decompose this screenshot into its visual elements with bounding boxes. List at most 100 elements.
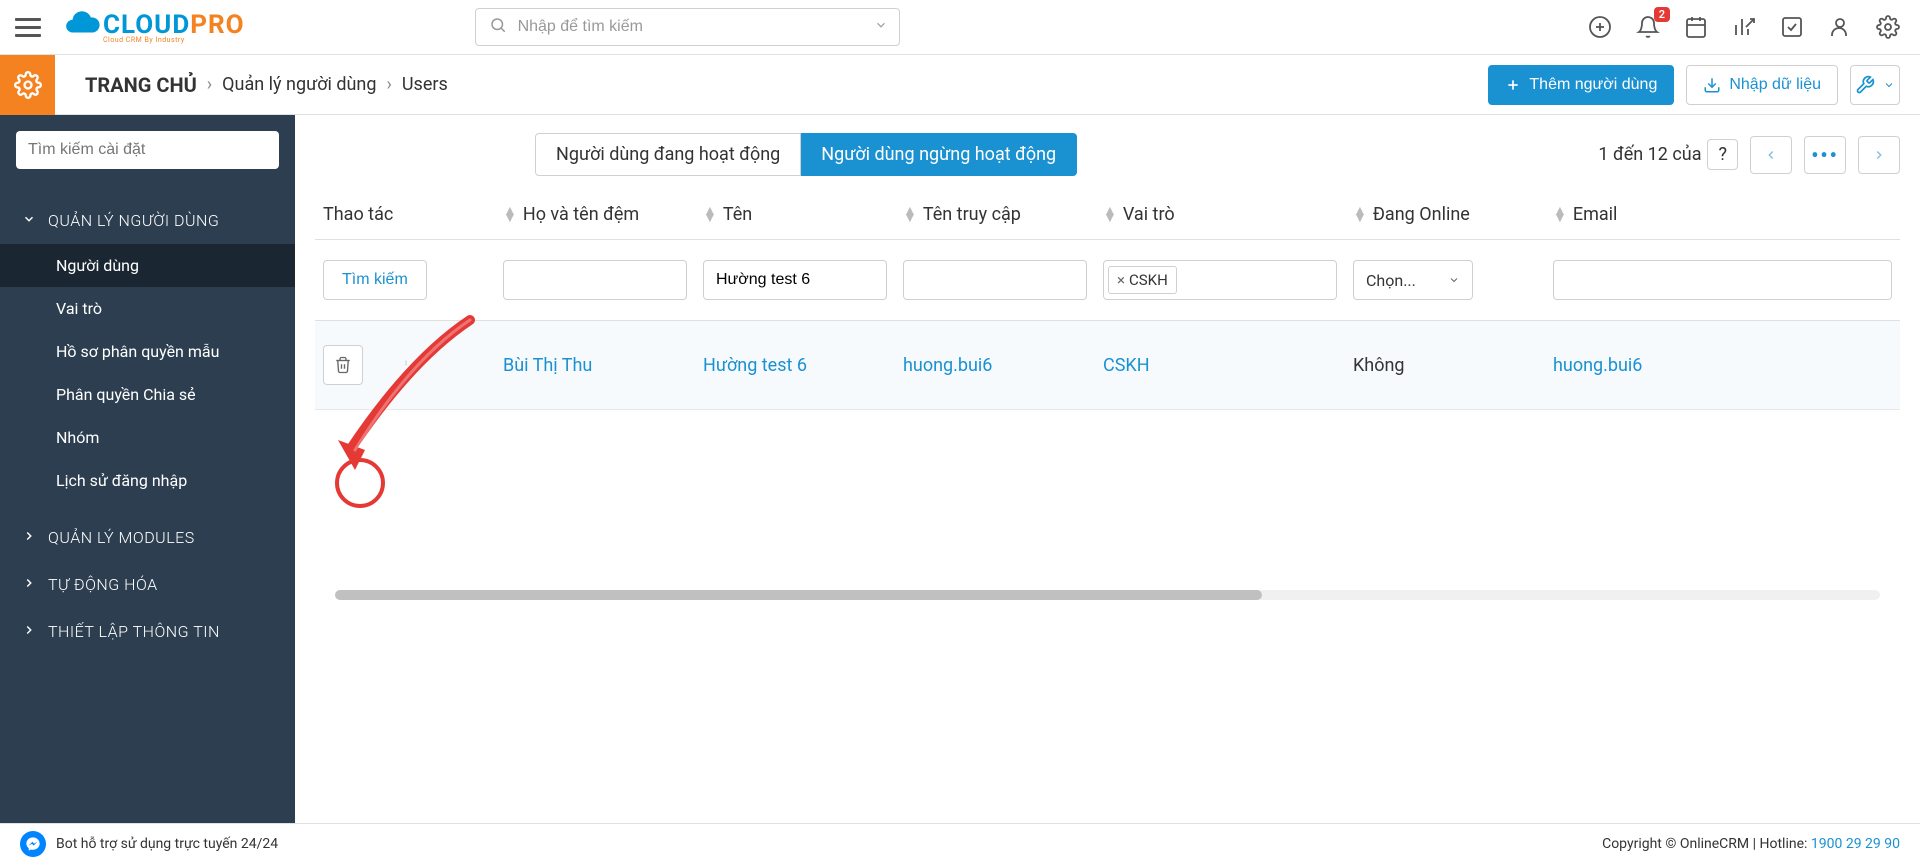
table-row[interactable]: Bùi Thị Thu Hường test 6 huong.bui6 CSKH… xyxy=(315,321,1900,410)
filter-search-button[interactable]: Tìm kiếm xyxy=(323,260,427,300)
footer-copyright: Copyright © OnlineCRM xyxy=(1602,836,1749,852)
tools-dropdown-button[interactable] xyxy=(1850,65,1900,105)
table-header-row: Thao tác ▲▼Họ và tên đệm ▲▼Tên ▲▼Tên tru… xyxy=(315,190,1900,240)
row-delete-button[interactable] xyxy=(323,345,363,385)
sidebar-item-profiles[interactable]: Hồ sơ phân quyền mẫu xyxy=(0,330,295,373)
scroll-thumb[interactable] xyxy=(335,590,1262,600)
filter-email-input[interactable] xyxy=(1553,260,1892,300)
pager-next-button[interactable] xyxy=(1858,136,1900,174)
subheader: TRANG CHỦ › Quản lý người dùng › Users T… xyxy=(0,55,1920,115)
cell-role[interactable]: CSKH xyxy=(1103,355,1150,376)
sort-icon: ▲▼ xyxy=(703,208,717,222)
cell-email[interactable]: huong.bui6 xyxy=(1553,355,1642,376)
filter-online-select[interactable]: Chọn... xyxy=(1353,260,1473,300)
chevron-down-icon[interactable] xyxy=(874,18,888,36)
chevron-right-icon xyxy=(22,623,36,641)
breadcrumb-separator: › xyxy=(207,74,212,95)
chip-label: CSKH xyxy=(1129,271,1168,289)
col-header-email[interactable]: ▲▼Email xyxy=(1545,204,1900,225)
footer-hotline-label: Hotline: xyxy=(1760,836,1808,852)
filter-username-input[interactable] xyxy=(903,260,1087,300)
checkbox-icon[interactable] xyxy=(1780,15,1804,39)
footer-hotline-link[interactable]: 1900 29 29 90 xyxy=(1811,836,1900,852)
pager-more-button[interactable]: ••• xyxy=(1804,136,1846,174)
search-icon xyxy=(489,16,507,38)
horizontal-scrollbar[interactable] xyxy=(335,590,1880,600)
sidebar-section-settings[interactable]: THIẾT LẬP THÔNG TIN xyxy=(0,608,295,655)
cloud-icon xyxy=(63,4,101,50)
calendar-icon[interactable] xyxy=(1684,15,1708,39)
sidebar-item-groups[interactable]: Nhóm xyxy=(0,416,295,459)
sidebar-search-input[interactable] xyxy=(16,131,279,169)
chip-remove-icon[interactable]: × xyxy=(1117,271,1125,289)
cell-firstname[interactable]: Hường test 6 xyxy=(703,355,807,376)
import-label: Nhập dữ liệu xyxy=(1729,76,1821,94)
tabs-row: Người dùng đang hoạt động Người dùng ngừ… xyxy=(295,115,1920,190)
col-header-lastname[interactable]: ▲▼Họ và tên đệm xyxy=(495,204,695,225)
footer-bot-text: Bot hỗ trợ sử dụng trực tuyến 24/24 xyxy=(56,836,278,852)
chevron-right-icon xyxy=(22,529,36,547)
logo[interactable]: CLOUDPRO Cloud CRM By Industry xyxy=(63,4,245,50)
tab-inactive-users[interactable]: Người dùng ngừng hoạt động xyxy=(801,133,1077,176)
pager-total-button[interactable]: ? xyxy=(1707,139,1738,170)
notification-bell-icon[interactable]: 2 xyxy=(1636,15,1660,39)
sidebar-section-user-mgmt[interactable]: QUẢN LÝ NGƯỜI DÙNG xyxy=(0,197,295,244)
gear-icon[interactable] xyxy=(1876,15,1900,39)
breadcrumb-home[interactable]: TRANG CHỦ xyxy=(85,73,197,97)
filter-role-chipinput[interactable]: × CSKH xyxy=(1103,260,1337,300)
footer-left: Bot hỗ trợ sử dụng trực tuyến 24/24 xyxy=(20,831,278,857)
sidebar-item-login-history[interactable]: Lịch sử đăng nhập xyxy=(0,459,295,502)
cell-lastname[interactable]: Bùi Thị Thu xyxy=(503,355,592,376)
import-button[interactable]: Nhập dữ liệu xyxy=(1686,65,1838,105)
global-search-container xyxy=(475,8,900,46)
logo-subtitle: Cloud CRM By Industry xyxy=(103,36,245,44)
data-table: Thao tác ▲▼Họ và tên đệm ▲▼Tên ▲▼Tên tru… xyxy=(295,190,1920,600)
col-header-role[interactable]: ▲▼Vai trò xyxy=(1095,204,1345,225)
breadcrumb-item-1[interactable]: Quản lý người dùng xyxy=(222,74,376,95)
col-header-firstname[interactable]: ▲▼Tên xyxy=(695,204,895,225)
sidebar-section-automation[interactable]: TỰ ĐỘNG HÓA xyxy=(0,561,295,608)
add-user-button[interactable]: Thêm người dùng xyxy=(1488,65,1674,105)
footer: Bot hỗ trợ sử dụng trực tuyến 24/24 Copy… xyxy=(0,823,1920,863)
hamburger-icon xyxy=(15,18,41,37)
pager-range: 1 đến 12 của xyxy=(1598,144,1701,165)
filter-firstname-input[interactable] xyxy=(703,260,887,300)
col-header-online[interactable]: ▲▼Đang Online xyxy=(1345,204,1545,225)
top-header: CLOUDPRO Cloud CRM By Industry 2 xyxy=(0,0,1920,55)
section-label: QUẢN LÝ NGƯỜI DÙNG xyxy=(48,211,219,230)
sort-icon: ▲▼ xyxy=(1553,208,1567,222)
select-label: Chọn... xyxy=(1366,271,1416,290)
sidebar-item-users[interactable]: Người dùng xyxy=(0,244,295,287)
cell-online: Không xyxy=(1353,355,1405,376)
settings-gear-button[interactable] xyxy=(0,55,55,115)
stats-icon[interactable] xyxy=(1732,15,1756,39)
sort-icon: ▲▼ xyxy=(903,208,917,222)
filter-row: Tìm kiếm × CSKH Chọn... xyxy=(315,240,1900,321)
filter-role-chip: × CSKH xyxy=(1108,266,1177,294)
filter-lastname-input[interactable] xyxy=(503,260,687,300)
sort-icon: ▲▼ xyxy=(503,208,517,222)
chevron-down-icon xyxy=(22,212,36,230)
subheader-actions: Thêm người dùng Nhập dữ liệu xyxy=(1488,65,1920,105)
pagination: 1 đến 12 của ? ••• xyxy=(1598,136,1900,174)
main-layout: QUẢN LÝ NGƯỜI DÙNG Người dùng Vai trò Hồ… xyxy=(0,115,1920,823)
user-icon[interactable] xyxy=(1828,15,1852,39)
sidebar-item-roles[interactable]: Vai trò xyxy=(0,287,295,330)
sidebar-item-sharing[interactable]: Phân quyền Chia sẻ xyxy=(0,373,295,416)
hamburger-menu[interactable] xyxy=(0,0,55,55)
cell-username[interactable]: huong.bui6 xyxy=(903,355,992,376)
row-more-button[interactable] xyxy=(403,353,409,377)
global-search-input[interactable] xyxy=(475,8,900,46)
breadcrumb-separator: › xyxy=(386,74,391,95)
add-icon[interactable] xyxy=(1588,15,1612,39)
col-header-username[interactable]: ▲▼Tên truy cập xyxy=(895,204,1095,225)
section-label: TỰ ĐỘNG HÓA xyxy=(48,575,158,594)
tab-active-users[interactable]: Người dùng đang hoạt động xyxy=(535,133,801,176)
pager-prev-button[interactable] xyxy=(1750,136,1792,174)
sidebar-section-modules[interactable]: QUẢN LÝ MODULES xyxy=(0,514,295,561)
breadcrumb-item-2[interactable]: Users xyxy=(402,74,448,95)
messenger-icon[interactable] xyxy=(20,831,46,857)
add-user-label: Thêm người dùng xyxy=(1529,76,1657,94)
sort-icon: ▲▼ xyxy=(1353,208,1367,222)
main-content: Người dùng đang hoạt động Người dùng ngừ… xyxy=(295,115,1920,823)
